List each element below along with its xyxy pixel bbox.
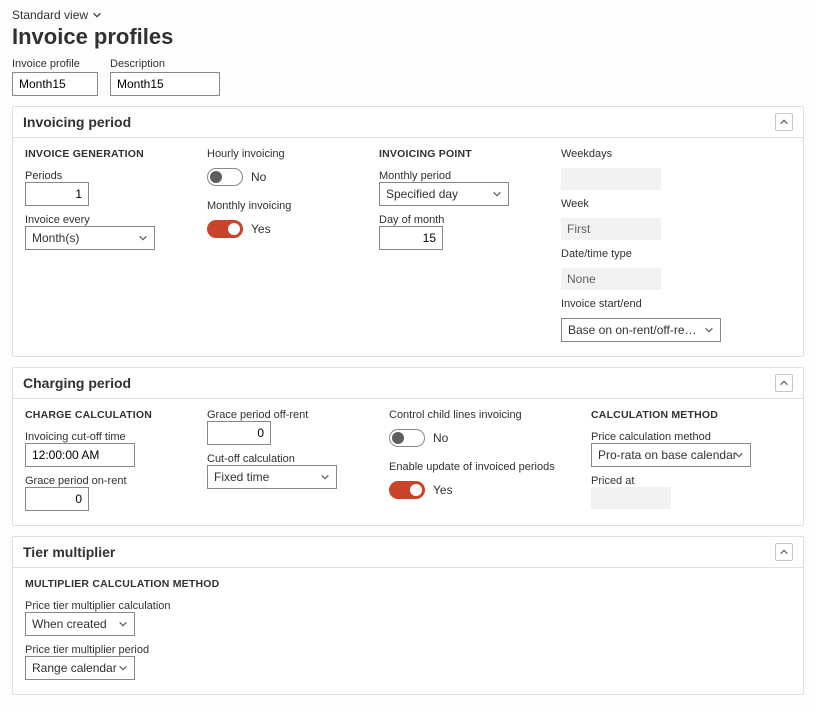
view-selector-label: Standard view — [12, 8, 88, 22]
chevron-down-icon — [320, 472, 330, 482]
periods-label: Periods — [25, 170, 175, 182]
grace-on-label: Grace period on-rent — [25, 475, 175, 487]
invoicing-point-heading: INVOICING POINT — [379, 148, 529, 160]
invoice-every-value: Month(s) — [32, 231, 79, 245]
control-child-label: Control child lines invoicing — [389, 409, 559, 421]
description-input[interactable] — [110, 72, 220, 96]
week-label: Week — [561, 198, 731, 210]
cutoff-calc-select[interactable]: Fixed time — [207, 465, 337, 489]
chevron-down-icon — [704, 325, 714, 335]
cutoff-time-input[interactable] — [25, 443, 135, 467]
cutoff-time-label: Invoicing cut-off time — [25, 431, 175, 443]
tier-period-label: Price tier multiplier period — [25, 644, 245, 656]
description-label: Description — [110, 58, 220, 70]
week-value: First — [561, 218, 661, 240]
weekdays-value — [561, 168, 661, 190]
hourly-invoicing-label: Hourly invoicing — [207, 148, 347, 160]
update-invoiced-state: Yes — [433, 483, 453, 497]
page-title: Invoice profiles — [12, 24, 804, 50]
priced-at-value — [591, 487, 671, 509]
day-of-month-label: Day of month — [379, 214, 529, 226]
multiplier-method-heading: MULTIPLIER CALCULATION METHOD — [25, 578, 245, 590]
charge-calculation-heading: CHARGE CALCULATION — [25, 409, 175, 421]
hourly-invoicing-toggle[interactable] — [207, 168, 243, 186]
price-calc-label: Price calculation method — [591, 431, 761, 443]
cutoff-calc-label: Cut-off calculation — [207, 453, 357, 465]
monthly-invoicing-label: Monthly invoicing — [207, 200, 347, 212]
invoice-start-end-select[interactable]: Base on on-rent/off-rent dat… — [561, 318, 721, 342]
price-calc-select[interactable]: Pro-rata on base calendar — [591, 443, 751, 467]
calculation-method-heading: CALCULATION METHOD — [591, 409, 761, 421]
collapse-button[interactable] — [775, 543, 793, 561]
weekdays-label: Weekdays — [561, 148, 731, 160]
chevron-up-icon — [779, 547, 789, 557]
section-tier-multiplier: Tier multiplier MULTIPLIER CALCULATION M… — [12, 536, 804, 695]
collapse-button[interactable] — [775, 113, 793, 131]
section-title-invoicing: Invoicing period — [23, 114, 131, 130]
monthly-period-value: Specified day — [386, 187, 458, 201]
monthly-invoicing-toggle[interactable] — [207, 220, 243, 238]
invoice-start-end-label: Invoice start/end — [561, 298, 731, 310]
tier-calc-select[interactable]: When created — [25, 612, 135, 636]
invoice-profile-label: Invoice profile — [12, 58, 98, 70]
priced-at-label: Priced at — [591, 475, 761, 487]
periods-input[interactable] — [25, 182, 89, 206]
invoice-every-label: Invoice every — [25, 214, 175, 226]
chevron-down-icon — [92, 10, 102, 20]
tier-period-select[interactable]: Range calendar — [25, 656, 135, 680]
section-title-charging: Charging period — [23, 375, 131, 391]
update-invoiced-label: Enable update of invoiced periods — [389, 461, 559, 473]
hourly-invoicing-state: No — [251, 170, 266, 184]
chevron-down-icon — [118, 663, 128, 673]
invoice-every-select[interactable]: Month(s) — [25, 226, 155, 250]
grace-off-label: Grace period off-rent — [207, 409, 357, 421]
monthly-invoicing-state: Yes — [251, 222, 271, 236]
tier-period-value: Range calendar — [32, 661, 117, 675]
control-child-state: No — [433, 431, 448, 445]
day-of-month-input[interactable] — [379, 226, 443, 250]
chevron-up-icon — [779, 117, 789, 127]
price-calc-value: Pro-rata on base calendar — [598, 448, 737, 462]
chevron-down-icon — [492, 189, 502, 199]
grace-off-input[interactable] — [207, 421, 271, 445]
section-charging-period: Charging period CHARGE CALCULATION Invoi… — [12, 367, 804, 526]
invoice-start-end-value: Base on on-rent/off-rent dat… — [568, 323, 698, 337]
chevron-down-icon — [118, 619, 128, 629]
section-title-tier: Tier multiplier — [23, 544, 115, 560]
chevron-up-icon — [779, 378, 789, 388]
collapse-button[interactable] — [775, 374, 793, 392]
monthly-period-label: Monthly period — [379, 170, 529, 182]
chevron-down-icon — [138, 233, 148, 243]
date-time-type-label: Date/time type — [561, 248, 731, 260]
tier-calc-value: When created — [32, 617, 107, 631]
cutoff-calc-value: Fixed time — [214, 470, 269, 484]
update-invoiced-toggle[interactable] — [389, 481, 425, 499]
control-child-toggle[interactable] — [389, 429, 425, 447]
section-invoicing-period: Invoicing period INVOICE GENERATION Peri… — [12, 106, 804, 357]
monthly-period-select[interactable]: Specified day — [379, 182, 509, 206]
view-selector[interactable]: Standard view — [12, 8, 804, 22]
invoice-profile-input[interactable] — [12, 72, 98, 96]
date-time-type-value: None — [561, 268, 661, 290]
tier-calc-label: Price tier multiplier calculation — [25, 600, 245, 612]
invoice-generation-heading: INVOICE GENERATION — [25, 148, 175, 160]
grace-on-input[interactable] — [25, 487, 89, 511]
